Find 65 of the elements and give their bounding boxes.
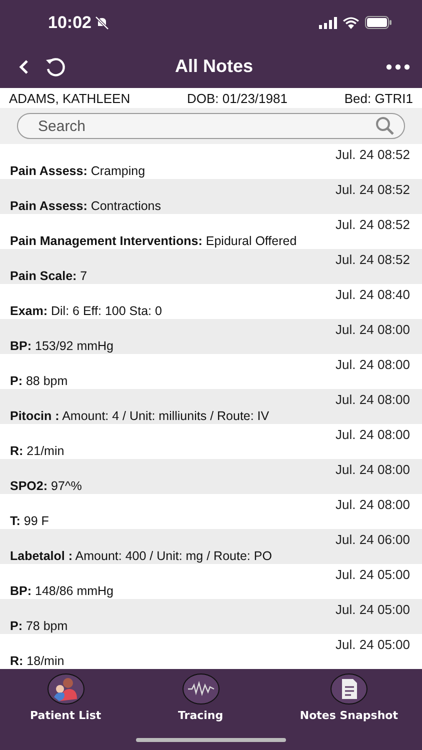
note-text: P: 88 bpm xyxy=(10,374,69,388)
search-icon xyxy=(375,116,395,136)
note-text: Labetalol : Amount: 400 / Unit: mg / Route: PO xyxy=(10,549,273,563)
note-time: Jul. 24 08:00 xyxy=(336,462,410,477)
patient-dob: DOB: 01/23/1981 xyxy=(187,90,288,106)
wifi-icon xyxy=(343,16,359,28)
tab-bar-item[interactable]: Patient List xyxy=(30,673,102,722)
tab-bar-item[interactable]: Notes Snapshot xyxy=(300,673,398,722)
note-time: Jul. 24 05:00 xyxy=(336,567,410,582)
note-time: Jul. 24 05:00 xyxy=(336,602,410,617)
note-row[interactable]: Jul. 24 08:00 BP: 153/92 mmHg xyxy=(0,319,422,354)
patient-bed: Bed: GTRI1 xyxy=(344,90,413,106)
note-time: Jul. 24 08:00 xyxy=(336,392,410,407)
note-row[interactable]: Jul. 24 08:52 Pain Assess: Cramping xyxy=(0,144,422,179)
note-row[interactable]: Jul. 24 08:52 Pain Assess: Contractions xyxy=(0,179,422,214)
note-row[interactable]: Jul. 24 08:52 Pain Management Interventions: Epidural Offered xyxy=(0,214,422,249)
battery-icon xyxy=(365,16,392,29)
note-text: SPO2: 97^% xyxy=(10,479,83,493)
note-row[interactable]: Jul. 24 08:52 Pain Scale: 7 xyxy=(0,249,422,284)
waveform-icon xyxy=(182,673,220,705)
note-time: Jul. 24 08:52 xyxy=(336,217,410,232)
note-row[interactable]: Jul. 24 08:00 P: 88 bpm xyxy=(0,354,422,389)
note-text: Pain Assess: Contractions xyxy=(10,199,162,213)
note-time: Jul. 24 08:52 xyxy=(336,252,410,267)
note-time: Jul. 24 06:00 xyxy=(336,532,410,547)
note-row[interactable]: Jul. 24 05:00 BP: 148/86 mmHg xyxy=(0,564,422,599)
note-row[interactable]: Jul. 24 08:00 SPO2: 97^% xyxy=(0,459,422,494)
note-text: R: 21/min xyxy=(10,444,66,458)
note-time: Jul. 24 08:00 xyxy=(336,322,410,337)
status-time: 10:02 xyxy=(48,12,92,32)
note-text: BP: 148/86 mmHg xyxy=(10,584,115,598)
screen-title: All Notes xyxy=(174,56,254,77)
back-button[interactable] xyxy=(18,58,30,74)
note-row[interactable]: Jul. 24 05:00 R: 18/min xyxy=(0,634,422,669)
refresh-button[interactable] xyxy=(44,56,66,78)
note-text: Pain Scale: 7 xyxy=(10,269,88,283)
note-row[interactable]: Jul. 24 08:00 R: 21/min xyxy=(0,424,422,459)
tab-bar-item[interactable]: Tracing xyxy=(178,673,224,722)
note-row[interactable]: Jul. 24 05:00 P: 78 bpm xyxy=(0,599,422,634)
note-text: T: 99 F xyxy=(10,514,50,528)
note-row[interactable]: Jul. 24 06:00 Labetalol : Amount: 400 / Unit: mg / Route: PO xyxy=(0,529,422,564)
search-field[interactable]: Search xyxy=(17,113,405,139)
note-text: Pitocin : Amount: 4 / Unit: milliunits / Route: IV xyxy=(10,409,270,423)
note-time: Jul. 24 05:00 xyxy=(336,637,410,652)
note-text: Exam: Dil: 6 Eff: 100 Sta: 0 xyxy=(10,304,163,318)
more-button[interactable] xyxy=(386,64,410,70)
note-row[interactable]: Jul. 24 08:40 Exam: Dil: 6 Eff: 100 Sta: 0 xyxy=(0,284,422,319)
bell-muted-icon xyxy=(95,16,110,30)
note-time: Jul. 24 08:00 xyxy=(336,427,410,442)
note-row[interactable]: Jul. 24 08:00 Pitocin : Amount: 4 / Unit: milliunits / Route: IV xyxy=(0,389,422,424)
note-text: R: 18/min xyxy=(10,654,66,668)
note-text: Pain Assess: Cramping xyxy=(10,164,146,178)
note-text: BP: 153/92 mmHg xyxy=(10,339,115,353)
note-time: Jul. 24 08:52 xyxy=(336,182,410,197)
mother-child-icon xyxy=(46,673,85,705)
note-time: Jul. 24 08:40 xyxy=(336,287,410,302)
note-row[interactable]: Jul. 24 08:00 T: 99 F xyxy=(0,494,422,529)
note-time: Jul. 24 08:00 xyxy=(336,357,410,372)
signal-icon xyxy=(319,16,337,28)
document-icon xyxy=(330,673,368,705)
note-text: Pain Management Interventions: Epidural Offered xyxy=(10,234,298,248)
patient-name: ADAMS, KATHLEEN xyxy=(9,90,130,106)
note-time: Jul. 24 08:52 xyxy=(336,147,410,162)
note-time: Jul. 24 08:00 xyxy=(336,497,410,512)
note-text: P: 78 bpm xyxy=(10,619,69,633)
